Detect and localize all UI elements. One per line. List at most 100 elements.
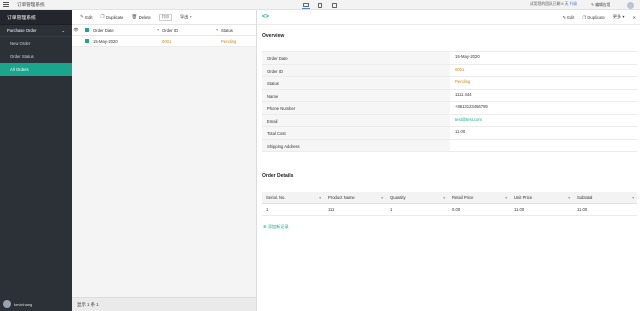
row-spacer xyxy=(72,36,83,46)
column-label: Serial. No. xyxy=(266,195,286,200)
field-row-status: Status Pending xyxy=(262,77,637,90)
field-label: Order Date xyxy=(262,52,450,64)
user-profile[interactable]: kevinhang xyxy=(3,300,32,308)
detail-more-label: 更多 xyxy=(612,14,622,19)
hamburger-menu-icon[interactable] xyxy=(3,2,9,7)
sidebar-item-all-orders[interactable]: All Orders xyxy=(0,63,72,76)
desktop-view-icon[interactable] xyxy=(302,1,310,9)
detail-actions: ✎ Edit ❐ Duplicate 更多 ▾ ✕ xyxy=(563,14,636,20)
print-button[interactable]: 打印 xyxy=(158,13,173,21)
grid-column-quantity[interactable]: Quantity ▾ xyxy=(386,192,448,203)
column-label: Status xyxy=(221,27,233,33)
code-icon[interactable]: <> xyxy=(262,14,269,20)
column-header-order-date[interactable]: Order Date ▾ xyxy=(93,25,162,35)
app-title: 订单管理系统 xyxy=(17,2,45,7)
record-list: ✎ Edit ❐ Duplicate 🗑 Delete 打印 导出 ▾ 👁 Order … xyxy=(72,10,256,311)
field-row-shipping-address: Shipping Address xyxy=(262,139,637,152)
sidebar-group-purchase-order[interactable]: Purchase Order ⌄ xyxy=(0,25,72,37)
edit-app-label: 编辑应用 xyxy=(595,3,611,7)
duplicate-button[interactable]: ❐ Duplicate xyxy=(101,14,124,20)
field-label: Email xyxy=(262,114,450,126)
column-label: Unit Price xyxy=(514,195,533,200)
overview-title: Overview xyxy=(262,33,285,39)
print-label: 打印 xyxy=(158,13,173,21)
sidebar-group-label: Purchase Order xyxy=(7,28,37,33)
trash-icon: 🗑 xyxy=(131,14,138,19)
order-details-title: Order Details xyxy=(262,173,294,179)
field-value: 1111 444 xyxy=(455,91,472,97)
detail-panel: <> ✎ Edit ❐ Duplicate 更多 ▾ ✕ Overview Or… xyxy=(256,10,640,311)
sort-caret-icon: ▾ xyxy=(319,195,321,200)
sidebar-item-new-order[interactable]: New Order xyxy=(0,37,72,50)
field-row-total-cost: Total Cost 11.00 xyxy=(262,127,637,140)
field-value: 0001 xyxy=(455,66,465,72)
detail-header: <> ✎ Edit ❐ Duplicate 更多 ▾ ✕ xyxy=(257,10,640,25)
detail-duplicate-button[interactable]: ❐ Duplicate xyxy=(582,15,604,20)
select-all-checkbox[interactable] xyxy=(83,25,93,35)
sort-caret-icon: ▾ xyxy=(443,195,445,200)
sidebar-brand: 订单管理系统 xyxy=(0,10,72,25)
field-row-order-date: Order Date 15-May-2020 xyxy=(262,52,637,65)
top-bar: 订单管理系统 试用您的团队已剩 6 天 升级 ✎ 编辑应用 xyxy=(0,0,640,10)
column-label: Order Date xyxy=(93,27,114,33)
field-label: Shipping Address xyxy=(262,139,450,151)
column-label: Product Name xyxy=(328,195,355,200)
eye-icon[interactable]: 👁 xyxy=(72,25,83,35)
grid-column-subtotal[interactable]: Subtotal ▾ xyxy=(573,192,637,203)
list-toolbar: ✎ Edit ❐ Duplicate 🗑 Delete 打印 导出 ▾ xyxy=(72,10,256,25)
edit-app-button[interactable]: ✎ 编辑应用 xyxy=(591,2,610,8)
field-label: Total Cost xyxy=(262,127,450,139)
avatar[interactable] xyxy=(627,1,634,9)
grid-row[interactable]: 1 111 1 0.00 11.00 11.00 xyxy=(262,204,637,216)
edit-button[interactable]: ✎ Edit xyxy=(80,14,93,20)
tablet-view-icon[interactable] xyxy=(316,1,324,9)
field-value: 15-May-2020 xyxy=(455,54,480,59)
grid-column-serial[interactable]: Serial. No. ▾ xyxy=(262,192,324,203)
grid-column-unit-price[interactable]: Unit Price ▾ xyxy=(510,192,573,203)
sidebar-item-order-status[interactable]: Order Status xyxy=(0,50,72,63)
sort-caret-icon: ▾ xyxy=(157,28,159,32)
sort-caret-icon: ▾ xyxy=(632,195,634,200)
delete-label: Delete xyxy=(138,14,151,20)
sort-caret-icon: ▾ xyxy=(505,195,507,200)
add-icon: ⊕ xyxy=(263,224,267,229)
export-label: 导出 xyxy=(180,14,189,19)
duplicate-icon: ❐ xyxy=(100,14,105,19)
row-order-date: 15-May-2020 xyxy=(93,38,118,44)
delete-button[interactable]: 🗑 Delete xyxy=(132,14,151,20)
field-row-phone-number: Phone Number +8613123456789 xyxy=(262,102,637,115)
field-label: Order ID xyxy=(262,64,450,76)
field-value: +8613123456789 xyxy=(455,104,488,109)
row-checkbox[interactable] xyxy=(83,36,93,46)
close-icon[interactable]: ✕ xyxy=(632,15,636,20)
edit-label: Edit xyxy=(85,14,93,20)
column-label: Quantity xyxy=(390,195,406,200)
row-order-id[interactable]: 0001 xyxy=(162,36,221,46)
table-row[interactable]: 15-May-2020 0001 Pending xyxy=(72,36,256,47)
grid-cell-serial: 1 xyxy=(266,207,269,212)
column-header-status[interactable]: Status xyxy=(221,25,256,35)
phone-view-icon[interactable] xyxy=(330,1,338,9)
field-label: Name xyxy=(262,89,450,101)
order-details-grid: Serial. No. ▾ Product Name ▾ Quantity ▾ Ret… xyxy=(262,192,637,216)
grid-column-product[interactable]: Product Name ▾ xyxy=(324,192,386,203)
grid-column-retail-price[interactable]: Retail Price ▾ xyxy=(448,192,510,203)
list-footer: 显示 1 条 1 xyxy=(72,297,256,311)
column-header-order-id[interactable]: Order ID ▾ xyxy=(162,25,221,35)
add-record-label: 添加新记录 xyxy=(267,224,289,229)
sort-caret-icon: ▾ xyxy=(216,28,218,32)
export-dropdown[interactable]: 导出 ▾ xyxy=(180,14,192,20)
chevron-down-icon: ▾ xyxy=(189,15,192,19)
detail-edit-button[interactable]: ✎ Edit xyxy=(563,15,575,20)
overview-fields: Order Date 15-May-2020 Order ID 0001 Statu… xyxy=(262,51,637,152)
detail-more-dropdown[interactable]: 更多 ▾ xyxy=(613,14,625,20)
grid-cell-unit-price: 11.00 xyxy=(514,207,525,212)
field-value: Pending xyxy=(455,79,471,84)
add-record-link[interactable]: ⊕ 添加新记录 xyxy=(263,224,289,230)
column-label: Subtotal xyxy=(577,195,593,200)
email-link[interactable]: test@test.com xyxy=(450,115,637,127)
field-row-name: Name 1111 444 xyxy=(262,89,637,102)
upgrade-link[interactable]: 升级 xyxy=(569,2,577,6)
pencil-icon: ✎ xyxy=(80,14,84,19)
row-status: Pending xyxy=(221,38,237,44)
